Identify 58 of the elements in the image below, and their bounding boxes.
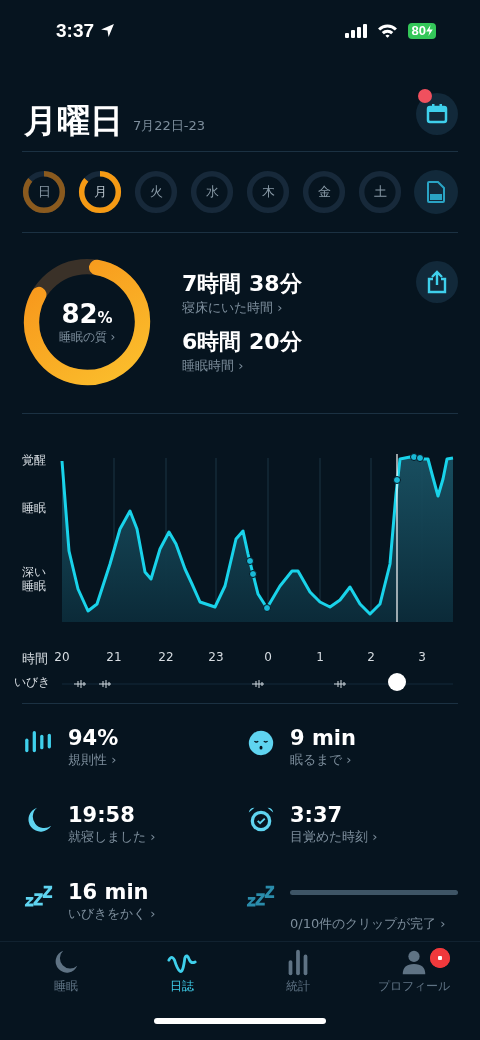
metric-value: 7時間 38分 — [182, 270, 303, 299]
event-point — [263, 604, 271, 613]
location-icon — [100, 23, 116, 39]
stat-link[interactable]: 眠るまで › — [290, 751, 458, 770]
stat-link[interactable]: 規則性 › — [68, 751, 246, 770]
metric-link[interactable]: 寝床にいた時間 › — [182, 299, 386, 318]
stat-value: 3:37 — [290, 803, 344, 829]
day-ring[interactable]: 木 — [246, 170, 290, 215]
quality-link[interactable]: 睡眠の質 › — [58, 328, 116, 346]
share-button[interactable] — [416, 261, 458, 304]
stat-value: 16 min — [68, 880, 150, 906]
event-point — [249, 570, 257, 579]
date-range: 7月22日-23 — [133, 117, 206, 136]
tab-item[interactable]: 睡眠 — [8, 948, 124, 1003]
share-icon — [426, 270, 448, 295]
event-point — [246, 557, 254, 566]
axis-tick-label: 1 — [315, 650, 325, 665]
day-ring[interactable]: 火 — [134, 170, 178, 215]
stat-value: 9 min — [290, 725, 357, 752]
axis-tick-label: 20 — [53, 650, 71, 665]
stat-link[interactable]: 目覚めた時刻 › — [290, 828, 458, 847]
axis-tick-label: 21 — [105, 650, 123, 665]
signal-icon — [344, 23, 367, 38]
axis-label: 覚醒 — [22, 454, 47, 468]
tab-item[interactable]: 統計 — [240, 948, 356, 1003]
day-ring[interactable]: 水 — [190, 170, 234, 215]
stat-value: 19:58 — [68, 803, 136, 829]
day-ring[interactable]: 土 — [358, 170, 402, 215]
document-icon — [427, 181, 445, 204]
axis-title: 時間 — [22, 650, 48, 669]
wifi-icon — [376, 23, 398, 39]
axis-label: 睡眠 — [22, 502, 47, 516]
timeline-handle[interactable] — [388, 673, 406, 692]
event-point — [393, 476, 401, 485]
day-title: 月曜日 — [24, 104, 123, 138]
battery-indicator: 80 — [407, 22, 436, 39]
day-ring[interactable]: 日 — [22, 170, 66, 215]
status-time: 3:37 — [56, 19, 95, 42]
axis-tick-label: 23 — [207, 650, 225, 665]
stat-value: 94% — [68, 725, 120, 752]
axis-tick-label: 0 — [263, 650, 273, 665]
stat-link[interactable]: 就寝しました › — [68, 828, 246, 847]
tab-item[interactable]: プロフィール — [356, 948, 472, 1003]
day-ring[interactable]: 金 — [302, 170, 346, 215]
metric-link[interactable]: 睡眠時間 › — [182, 357, 386, 376]
snore-label: いびき — [14, 674, 50, 692]
day-ring[interactable]: 月 — [78, 170, 122, 215]
stat-link[interactable]: 0/10件のクリップが完了 › — [290, 915, 458, 934]
metric-value: 6時間 20分 — [182, 328, 303, 357]
stat-link[interactable]: いびきをかく › — [68, 905, 246, 924]
axis-tick-label: 2 — [366, 650, 376, 665]
quality-value: 82% — [61, 298, 113, 329]
axis-tick-label: 22 — [157, 650, 175, 665]
axis-tick-label: 3 — [417, 650, 427, 665]
report-button[interactable] — [414, 170, 458, 215]
tab-item[interactable]: 日誌 — [124, 948, 240, 1003]
calendar-icon — [426, 103, 448, 126]
axis-label: 深い睡眠 — [22, 566, 47, 594]
